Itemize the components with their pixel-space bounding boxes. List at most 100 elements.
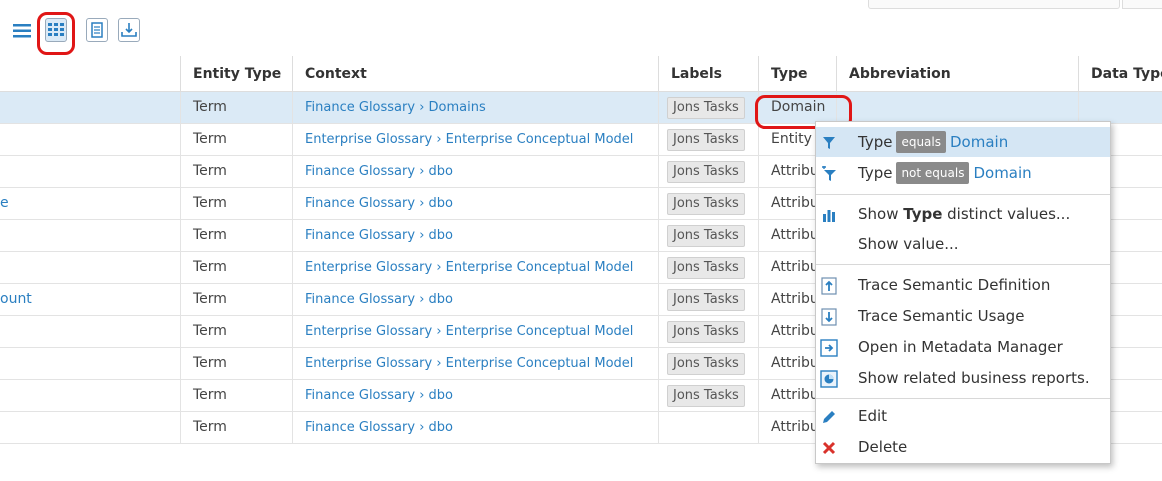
cell-name[interactable] [0, 348, 180, 380]
menu-item-show-value[interactable]: Show value... [816, 229, 1110, 259]
label-tag[interactable]: Jons Tasks [667, 129, 745, 151]
filter-field: Type [858, 164, 893, 182]
column-header-entity-type[interactable]: Entity Type [180, 56, 292, 92]
cell-entity-type: Term [180, 188, 292, 220]
cell-entity-type: Term [180, 412, 292, 444]
column-header-name[interactable] [0, 56, 180, 92]
cell-labels: Jons Tasks [658, 380, 758, 412]
label-tag[interactable]: Jons Tasks [667, 353, 745, 375]
menu-item-delete[interactable]: Delete [816, 432, 1110, 462]
filter-value: Domain [950, 133, 1009, 151]
menu-item-related-reports[interactable]: Show related business reports. [816, 363, 1110, 393]
label-tag[interactable]: Jons Tasks [667, 225, 745, 247]
cell-name[interactable]: ount [0, 284, 180, 316]
menu-label: Show related business reports. [858, 369, 1090, 387]
menu-divider [816, 398, 1110, 399]
cell-name[interactable] [0, 316, 180, 348]
filter-icon [818, 133, 840, 153]
cell-entity-type: Term [180, 252, 292, 284]
export-icon [121, 23, 137, 37]
label-tag[interactable]: Jons Tasks [667, 321, 745, 343]
cell-entity-type: Term [180, 156, 292, 188]
cell-labels: Jons Tasks [658, 348, 758, 380]
menu-item-trace-usage[interactable]: Trace Semantic Usage [816, 301, 1110, 331]
list-view-button[interactable] [11, 20, 33, 42]
filter-add-icon [818, 164, 840, 184]
table-row[interactable]: Term Finance Glossary › Domains Jons Tasks… [0, 92, 1162, 124]
cell-context[interactable]: Finance Glossary › dbo [292, 156, 658, 188]
menu-item-distinct-values[interactable]: Show Type distinct values... [816, 199, 1110, 229]
column-header-type[interactable]: Type [758, 56, 836, 92]
cell-context[interactable]: Enterprise Glossary › Enterprise Concept… [292, 124, 658, 156]
operator-pill: equals [896, 131, 946, 153]
cell-context[interactable]: Enterprise Glossary › Enterprise Concept… [292, 316, 658, 348]
cell-name[interactable] [0, 380, 180, 412]
menu-label: Trace Semantic Definition [858, 276, 1051, 294]
cell-labels: Jons Tasks [658, 124, 758, 156]
cell-context[interactable]: Finance Glossary › dbo [292, 220, 658, 252]
cell-context[interactable]: Finance Glossary › dbo [292, 188, 658, 220]
label-tag[interactable]: Jons Tasks [667, 97, 745, 119]
filter-field: Type [858, 133, 893, 151]
cell-labels: Jons Tasks [658, 316, 758, 348]
column-header-abbreviation[interactable]: Abbreviation [836, 56, 1078, 92]
menu-divider [816, 264, 1110, 265]
toolbar-button[interactable] [1122, 0, 1162, 9]
label-tag[interactable]: Jons Tasks [667, 289, 745, 311]
menu-label: Delete [858, 438, 908, 456]
cell-name[interactable] [0, 412, 180, 444]
report-chart-icon [818, 369, 840, 389]
cell-labels: Jons Tasks [658, 252, 758, 284]
menu-label: Show [858, 205, 904, 223]
bar-chart-icon [818, 205, 840, 225]
cell-entity-type: Term [180, 92, 292, 124]
menu-item-trace-definition[interactable]: Trace Semantic Definition [816, 270, 1110, 300]
cell-name[interactable] [0, 252, 180, 284]
delete-icon [818, 438, 840, 458]
cell-name[interactable]: e [0, 188, 180, 220]
cell-labels: Jons Tasks [658, 220, 758, 252]
grid-button-highlight [37, 12, 75, 55]
menu-label: Edit [858, 407, 888, 425]
column-header-labels[interactable]: Labels [658, 56, 758, 92]
pencil-icon [818, 407, 840, 427]
cell-entity-type: Term [180, 380, 292, 412]
menu-item-open-metadata-manager[interactable]: Open in Metadata Manager [816, 332, 1110, 362]
toolbar [0, 0, 1162, 55]
cell-name[interactable] [0, 220, 180, 252]
label-tag[interactable]: Jons Tasks [667, 385, 745, 407]
cell-abbreviation [836, 92, 1078, 124]
menu-label: Open in Metadata Manager [858, 338, 1063, 356]
label-tag[interactable]: Jons Tasks [667, 161, 745, 183]
cell-name[interactable] [0, 124, 180, 156]
cell-context[interactable]: Enterprise Glossary › Enterprise Concept… [292, 348, 658, 380]
menu-label: distinct values... [942, 205, 1071, 223]
cell-name[interactable] [0, 92, 180, 124]
menu-item-filter-equals[interactable]: Type equals Domain [816, 127, 1110, 157]
menu-item-filter-not-equals[interactable]: Type not equals Domain [816, 158, 1110, 188]
cell-labels [658, 412, 758, 444]
label-tag[interactable]: Jons Tasks [667, 257, 745, 279]
label-tag[interactable]: Jons Tasks [667, 193, 745, 215]
cell-data-type [1078, 92, 1162, 124]
cell-name[interactable] [0, 156, 180, 188]
grid-header: Entity Type Context Labels Type Abbrevia… [0, 56, 1162, 92]
menu-item-edit[interactable]: Edit [816, 401, 1110, 431]
cell-context[interactable]: Finance Glossary › dbo [292, 380, 658, 412]
menu-label-field: Type [903, 205, 943, 223]
trace-down-icon [818, 307, 840, 327]
column-header-data-type[interactable]: Data Type [1078, 56, 1162, 92]
menu-divider [816, 194, 1110, 195]
paging-control[interactable] [868, 0, 1120, 9]
menu-label: Show value... [858, 235, 959, 253]
export-button[interactable] [118, 18, 140, 42]
report-button[interactable] [86, 18, 108, 42]
cell-context[interactable]: Finance Glossary › dbo [292, 412, 658, 444]
cell-context[interactable]: Finance Glossary › dbo [292, 284, 658, 316]
menu-label: Trace Semantic Usage [858, 307, 1025, 325]
column-header-context[interactable]: Context [292, 56, 658, 92]
cell-context[interactable]: Finance Glossary › Domains [292, 92, 658, 124]
operator-pill: not equals [896, 162, 970, 184]
report-icon [91, 22, 103, 38]
cell-context[interactable]: Enterprise Glossary › Enterprise Concept… [292, 252, 658, 284]
